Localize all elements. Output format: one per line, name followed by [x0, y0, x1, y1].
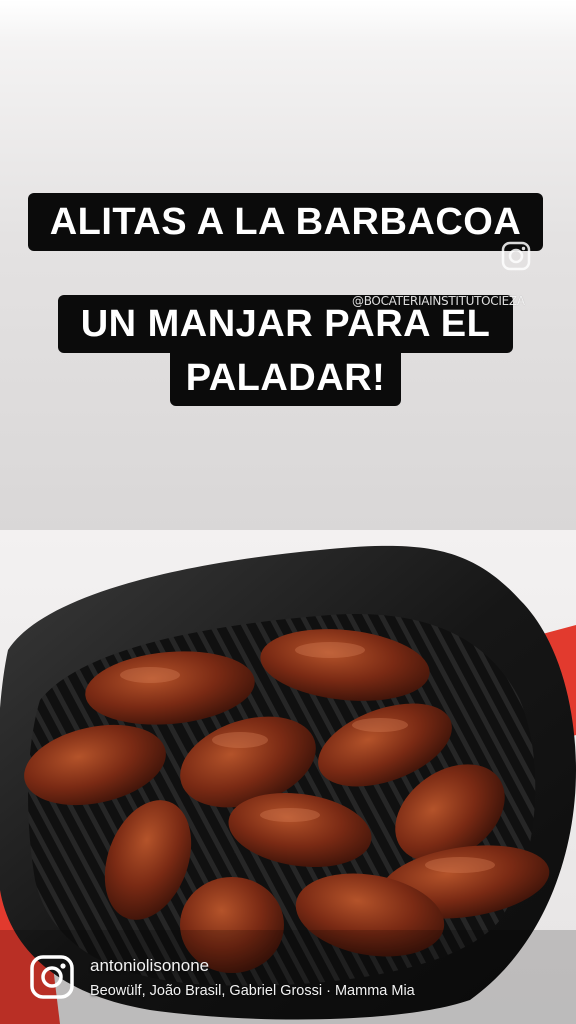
- instagram-icon: [501, 241, 531, 271]
- footer-instagram-icon[interactable]: [29, 954, 75, 1000]
- audio-credits[interactable]: Beowülf, João Brasil, Gabriel Grossi · M…: [90, 983, 415, 999]
- caption-subtitle-line1-text: UN MANJAR PARA EL: [80, 302, 491, 345]
- caption-subtitle-line2: PALADAR!: [170, 350, 401, 406]
- food-photo: [0, 530, 576, 1024]
- text-background: [0, 0, 576, 530]
- username[interactable]: antoniolisonone: [90, 956, 209, 976]
- watermark-handle: @BOCATERIAINSTITUTOCIEZA: [352, 294, 525, 308]
- caption-subtitle-line2-text: PALADAR!: [185, 356, 386, 399]
- caption-title: ALITAS A LA BARBACOA: [28, 193, 543, 251]
- caption-title-text: ALITAS A LA BARBACOA: [49, 200, 522, 243]
